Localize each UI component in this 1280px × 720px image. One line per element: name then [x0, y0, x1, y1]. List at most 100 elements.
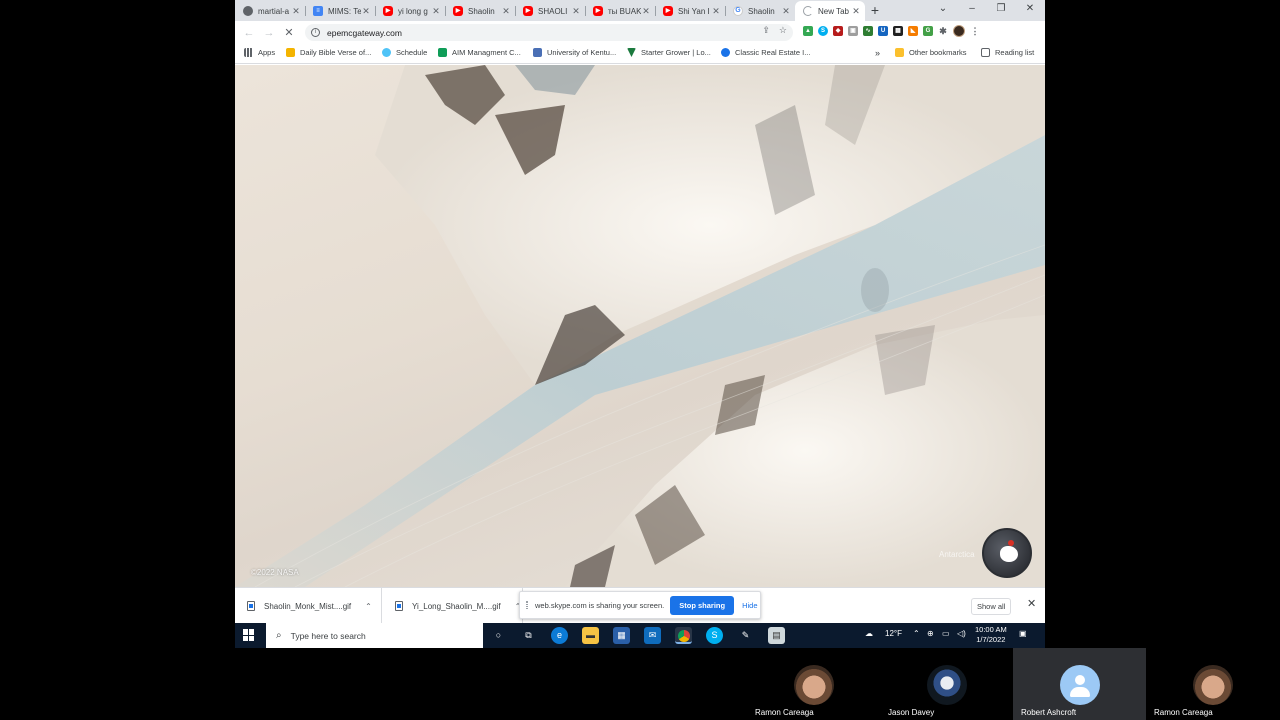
bible-icon — [286, 48, 295, 57]
participant-tile[interactable]: Ramon Careaga — [747, 648, 880, 720]
tab-buak[interactable]: ▶ ты BUAK ✕ — [585, 1, 655, 21]
download-filename: Shaolin_Monk_Mist....gif — [264, 601, 352, 611]
bookmark-star-icon[interactable]: ☆ — [779, 25, 787, 36]
bookmark-apps[interactable]: Apps — [244, 48, 275, 57]
minimize-button[interactable]: – — [958, 0, 986, 20]
folder-icon — [895, 48, 904, 57]
chevron-up-icon[interactable]: ⌃ — [365, 602, 372, 611]
hide-button[interactable]: Hide — [742, 601, 757, 610]
drive-extension-icon[interactable]: ▲ — [803, 26, 813, 36]
drag-handle-icon[interactable] — [526, 601, 528, 609]
skype-extension-icon[interactable]: S — [818, 26, 828, 36]
profile-avatar[interactable] — [953, 25, 965, 37]
tab-title: martial-a — [258, 6, 290, 16]
bookmark-university[interactable]: University of Kentu... — [533, 48, 616, 57]
download-item[interactable]: Shaolin_Monk_Mist....gif ⌃ — [235, 588, 382, 624]
mail-icon[interactable]: ✉ — [644, 627, 661, 644]
close-icon[interactable]: ✕ — [291, 6, 301, 17]
show-all-button[interactable]: Show all — [971, 598, 1012, 615]
skype-icon[interactable]: S — [706, 627, 723, 644]
uk-icon — [533, 48, 542, 57]
notifications-icon[interactable]: ▣ — [1019, 629, 1027, 638]
close-icon[interactable]: ✕ — [1027, 597, 1036, 610]
stop-loading-button[interactable]: ✕ — [279, 23, 299, 43]
honey-extension-icon[interactable]: ▦ — [893, 26, 903, 36]
bitwarden-extension-icon[interactable]: U — [878, 26, 888, 36]
participant-name: Ramon Careaga — [1154, 708, 1213, 717]
store-icon[interactable]: ▦ — [613, 627, 630, 644]
restore-button[interactable]: ❐ — [987, 0, 1015, 20]
close-icon[interactable]: ✕ — [641, 6, 651, 17]
file-icon — [395, 601, 403, 611]
cortana-icon[interactable]: ○ — [490, 627, 507, 644]
grammar-extension-icon[interactable]: G — [923, 26, 933, 36]
stop-sharing-button[interactable]: Stop sharing — [670, 595, 735, 615]
bookmark-schedule[interactable]: Schedule — [382, 48, 427, 57]
bookmark-label: Apps — [258, 48, 276, 57]
bookmark-starter-grower[interactable]: Starter Grower | Lo... — [627, 48, 711, 57]
close-icon[interactable]: ✕ — [781, 6, 791, 17]
file-explorer-icon[interactable]: ▬ — [582, 627, 599, 644]
participant-tile[interactable]: Jason Davey — [880, 648, 1013, 720]
tab-search-icon[interactable]: ⌄ — [929, 0, 957, 20]
satellite-map[interactable]: ©2022 NASA Antarctica — [235, 65, 1045, 587]
bookmark-daily-bible[interactable]: Daily Bible Verse of... — [286, 48, 371, 57]
share-icon[interactable]: ⇪ — [762, 25, 770, 36]
temperature[interactable]: 12°F — [885, 629, 902, 638]
weather-icon[interactable]: ☁ — [865, 629, 873, 638]
close-icon[interactable]: ✕ — [571, 6, 581, 17]
tab-yi-long[interactable]: ▶ yi long g ✕ — [375, 1, 445, 21]
map-credit: ©2022 NASA — [251, 568, 299, 577]
other-bookmarks[interactable]: Other bookmarks — [895, 48, 967, 57]
volume-icon[interactable]: ◁) — [957, 629, 966, 638]
show-hidden-icons[interactable]: ⌃ — [913, 629, 920, 638]
participant-tile[interactable]: Robert Ashcroft — [1013, 648, 1146, 720]
share-message: web.skype.com is sharing your screen. — [535, 600, 665, 610]
close-icon[interactable]: ✕ — [361, 6, 371, 17]
cashback-extension-icon[interactable]: ∿ — [863, 26, 873, 36]
metamask-extension-icon[interactable]: ◣ — [908, 26, 918, 36]
site-info-icon[interactable]: i — [311, 28, 320, 37]
clock[interactable]: 10:00 AM 1/7/2022 — [975, 625, 1007, 645]
download-bar: Shaolin_Monk_Mist....gif ⌃ Yi_Long_Shaol… — [235, 587, 1045, 624]
edge-icon[interactable]: e — [551, 627, 568, 644]
tray-app-icon[interactable]: ⊕ — [927, 629, 934, 638]
forward-button[interactable]: → — [259, 23, 279, 43]
windows-start-icon[interactable] — [243, 629, 255, 641]
notepad-icon[interactable]: ▤ — [768, 627, 785, 644]
tab-shaolin-1[interactable]: ▶ Shaolin ✕ — [445, 1, 515, 21]
task-view-icon[interactable]: ⧉ — [520, 627, 537, 644]
network-icon[interactable]: ▭ — [942, 629, 950, 638]
reading-list[interactable]: Reading list — [981, 48, 1034, 57]
close-window-button[interactable]: ✕ — [1016, 0, 1044, 20]
download-item[interactable]: Yi_Long_Shaolin_M....gif ⌃ — [383, 588, 523, 624]
tab-shi-yan[interactable]: ▶ Shi Yan I ✕ — [655, 1, 725, 21]
bookmark-classic-real-estate[interactable]: Classic Real Estate I... — [721, 48, 810, 57]
globe-navigation-icon[interactable] — [982, 528, 1032, 578]
close-icon[interactable]: ✕ — [711, 6, 721, 17]
bookmarks-overflow-button[interactable]: » — [875, 48, 880, 58]
close-icon[interactable]: ✕ — [851, 6, 861, 17]
extension-icon[interactable]: ▣ — [848, 26, 858, 36]
participant-tile[interactable]: Ramon Careaga — [1146, 648, 1280, 720]
tab-shaolin-2[interactable]: ▶ SHAOLI ✕ — [515, 1, 585, 21]
tab-shaolin-google[interactable]: G Shaolin ✕ — [725, 1, 795, 21]
address-bar[interactable]: i epemcgateway.com ⇪ ☆ — [305, 24, 793, 41]
tab-mims[interactable]: ≡ MIMS: Te ✕ — [305, 1, 375, 21]
taskbar-search[interactable]: ⌕ Type here to search — [266, 623, 483, 648]
close-icon[interactable]: ✕ — [501, 6, 511, 17]
close-icon[interactable]: ✕ — [431, 6, 441, 17]
new-tab-button[interactable]: + — [865, 1, 885, 21]
back-button[interactable]: ← — [239, 23, 259, 43]
tab-new-tab[interactable]: New Tab ✕ — [795, 1, 865, 21]
default-avatar-icon — [1060, 665, 1100, 705]
app-icon[interactable]: ✎ — [737, 627, 754, 644]
file-icon — [247, 601, 255, 611]
shield-extension-icon[interactable]: ◆ — [833, 26, 843, 36]
menu-kebab-icon[interactable]: ⋮ — [970, 26, 980, 36]
chrome-icon[interactable] — [675, 627, 692, 644]
url-text[interactable]: epemcgateway.com — [327, 28, 402, 38]
puzzle-extensions-icon[interactable]: ✱ — [938, 26, 948, 36]
bookmark-aim[interactable]: AIM Managment C... — [438, 48, 521, 57]
tab-martial-arts[interactable]: martial-a ✕ — [235, 1, 305, 21]
